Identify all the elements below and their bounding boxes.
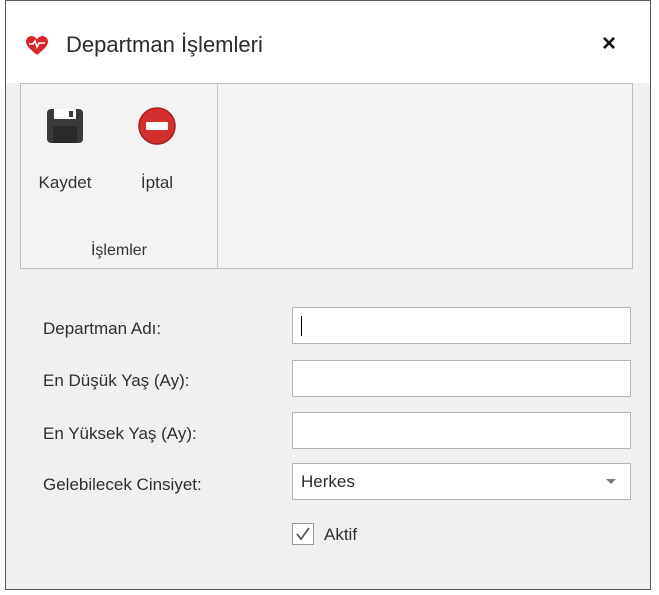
dialog-window: Departman İşlemleri × Kaydet İptal İşlem… <box>5 0 651 590</box>
active-checkbox-label[interactable]: Aktif <box>324 525 357 545</box>
floppy-disk-icon <box>45 106 85 146</box>
cancel-button-label: İptal <box>140 173 174 192</box>
min-age-label: En Düşük Yaş (Ay): <box>43 371 190 390</box>
checkmark-icon <box>296 527 310 541</box>
save-button-label: Kaydet <box>38 173 92 192</box>
max-age-label: En Yüksek Yaş (Ay): <box>43 424 197 443</box>
title-bar: Departman İşlemleri × <box>6 1 650 83</box>
active-checkbox[interactable] <box>292 523 314 545</box>
ribbon-toolbar: Kaydet İptal İşlemler <box>20 83 633 269</box>
gender-label: Gelebilecek Cinsiyet: <box>43 475 202 494</box>
chevron-down-icon[interactable] <box>606 479 616 484</box>
gender-select[interactable]: Herkes <box>292 463 631 500</box>
max-age-input[interactable] <box>292 412 631 449</box>
cancel-button[interactable]: İptal <box>129 96 185 206</box>
gender-select-value: Herkes <box>301 472 355 491</box>
min-age-input[interactable] <box>292 360 631 397</box>
save-button[interactable]: Kaydet <box>33 96 97 206</box>
heart-icon <box>26 36 48 56</box>
ribbon-group-label: İşlemler <box>90 242 147 259</box>
close-button[interactable]: × <box>596 31 622 57</box>
department-name-label: Departman Adı: <box>43 319 162 338</box>
window-title: Departman İşlemleri <box>66 32 263 57</box>
department-name-input[interactable] <box>292 307 631 344</box>
text-caret <box>301 316 302 336</box>
ribbon-group-operations: Kaydet İptal İşlemler <box>21 84 218 268</box>
stop-icon <box>137 106 177 146</box>
